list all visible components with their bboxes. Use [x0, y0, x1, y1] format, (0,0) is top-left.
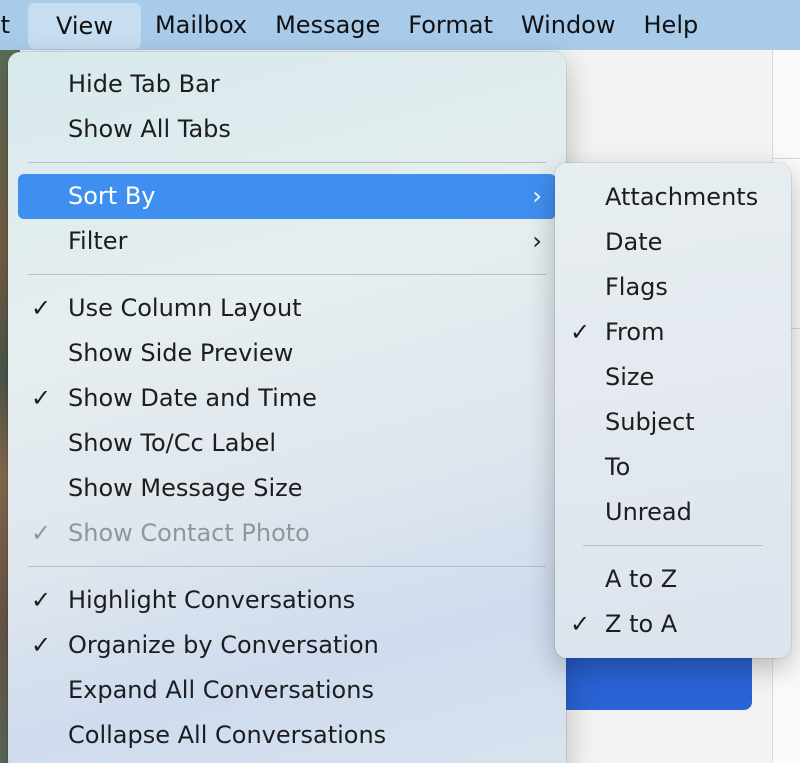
checkmark-icon: ✓: [30, 631, 52, 659]
menu-item-label: Expand All Conversations: [68, 676, 374, 704]
menu-mailbox[interactable]: Mailbox: [141, 0, 261, 50]
sort-item-from[interactable]: ✓ From: [565, 310, 781, 355]
menu-window[interactable]: Window: [507, 0, 630, 50]
sort-order-a-to-z[interactable]: A to Z: [565, 557, 781, 602]
menu-separator: [583, 545, 763, 546]
menu-item-label: Sort By: [68, 182, 156, 210]
menu-item-label: Subject: [605, 408, 695, 436]
menu-edit[interactable]: it: [0, 0, 28, 50]
menu-view[interactable]: View: [28, 3, 141, 49]
menu-help[interactable]: Help: [630, 0, 713, 50]
menu-item-label: From: [605, 318, 665, 346]
menu-item-show-side-preview[interactable]: Show Side Preview: [18, 331, 556, 376]
checkmark-icon: ✓: [569, 318, 591, 346]
menu-item-label: Collapse All Conversations: [68, 721, 387, 749]
menu-item-label: Attachments: [605, 183, 759, 211]
menu-item-label: Size: [605, 363, 655, 391]
menu-separator: [28, 162, 546, 163]
menu-item-label: Show Message Size: [68, 474, 303, 502]
menu-message[interactable]: Message: [261, 0, 394, 50]
view-menu-dropdown: Hide Tab Bar Show All Tabs Sort By › Fil…: [8, 52, 566, 763]
menu-item-organize-by-conversation[interactable]: ✓ Organize by Conversation: [18, 623, 556, 668]
menu-item-label: Highlight Conversations: [68, 586, 356, 614]
menu-item-show-contact-photo: ✓ Show Contact Photo: [18, 511, 556, 556]
menu-item-label: Unread: [605, 498, 692, 526]
sort-item-date[interactable]: Date: [565, 220, 781, 265]
menu-item-filter[interactable]: Filter ›: [18, 219, 556, 264]
menu-item-collapse-all-conversations[interactable]: Collapse All Conversations: [18, 713, 556, 758]
checkmark-icon: ✓: [30, 294, 52, 322]
checkmark-icon: ✓: [569, 610, 591, 638]
menu-item-highlight-conversations[interactable]: ✓ Highlight Conversations: [18, 578, 556, 623]
sort-item-flags[interactable]: Flags: [565, 265, 781, 310]
menu-separator: [28, 274, 546, 275]
sort-item-unread[interactable]: Unread: [565, 490, 781, 535]
chevron-right-icon: ›: [532, 182, 542, 210]
menu-item-label: Use Column Layout: [68, 294, 302, 322]
menu-item-sort-by[interactable]: Sort By ›: [18, 174, 556, 219]
sort-item-to[interactable]: To: [565, 445, 781, 490]
menu-item-show-all-tabs[interactable]: Show All Tabs: [18, 107, 556, 152]
menu-item-show-date-and-time[interactable]: ✓ Show Date and Time: [18, 376, 556, 421]
menu-item-label: Flags: [605, 273, 668, 301]
menu-item-expand-all-conversations[interactable]: Expand All Conversations: [18, 668, 556, 713]
menu-item-label: Date: [605, 228, 663, 256]
menu-item-label: Show Date and Time: [68, 384, 317, 412]
menu-item-label: Show Side Preview: [68, 339, 294, 367]
sort-by-submenu: Attachments Date Flags ✓ From Size Subje…: [555, 163, 791, 658]
menu-item-label: To: [605, 453, 631, 481]
checkmark-icon: ✓: [30, 586, 52, 614]
menu-item-hide-tab-bar[interactable]: Hide Tab Bar: [18, 62, 556, 107]
menu-item-show-to-cc-label[interactable]: Show To/Cc Label: [18, 421, 556, 466]
sort-item-subject[interactable]: Subject: [565, 400, 781, 445]
checkmark-icon: ✓: [30, 519, 52, 547]
menu-bar: it View Mailbox Message Format Window He…: [0, 0, 800, 50]
menu-item-label: Z to A: [605, 610, 678, 638]
menu-item-label: Show Contact Photo: [68, 519, 310, 547]
menu-item-label: Show To/Cc Label: [68, 429, 277, 457]
menu-item-label: Show All Tabs: [68, 115, 231, 143]
menu-item-label: Hide Tab Bar: [68, 70, 220, 98]
menu-item-use-column-layout[interactable]: ✓ Use Column Layout: [18, 286, 556, 331]
menu-format[interactable]: Format: [394, 0, 507, 50]
sort-item-attachments[interactable]: Attachments: [565, 175, 781, 220]
chevron-right-icon: ›: [532, 227, 542, 255]
menu-item-label: A to Z: [605, 565, 678, 593]
menu-item-label: Organize by Conversation: [68, 631, 379, 659]
menu-separator: [28, 566, 546, 567]
menu-item-label: Filter: [68, 227, 128, 255]
pane-divider: [772, 158, 800, 159]
checkmark-icon: ✓: [30, 384, 52, 412]
selected-message-row: [560, 650, 752, 710]
sort-order-z-to-a[interactable]: ✓ Z to A: [565, 602, 781, 647]
menu-item-show-message-size[interactable]: Show Message Size: [18, 466, 556, 511]
sort-item-size[interactable]: Size: [565, 355, 781, 400]
